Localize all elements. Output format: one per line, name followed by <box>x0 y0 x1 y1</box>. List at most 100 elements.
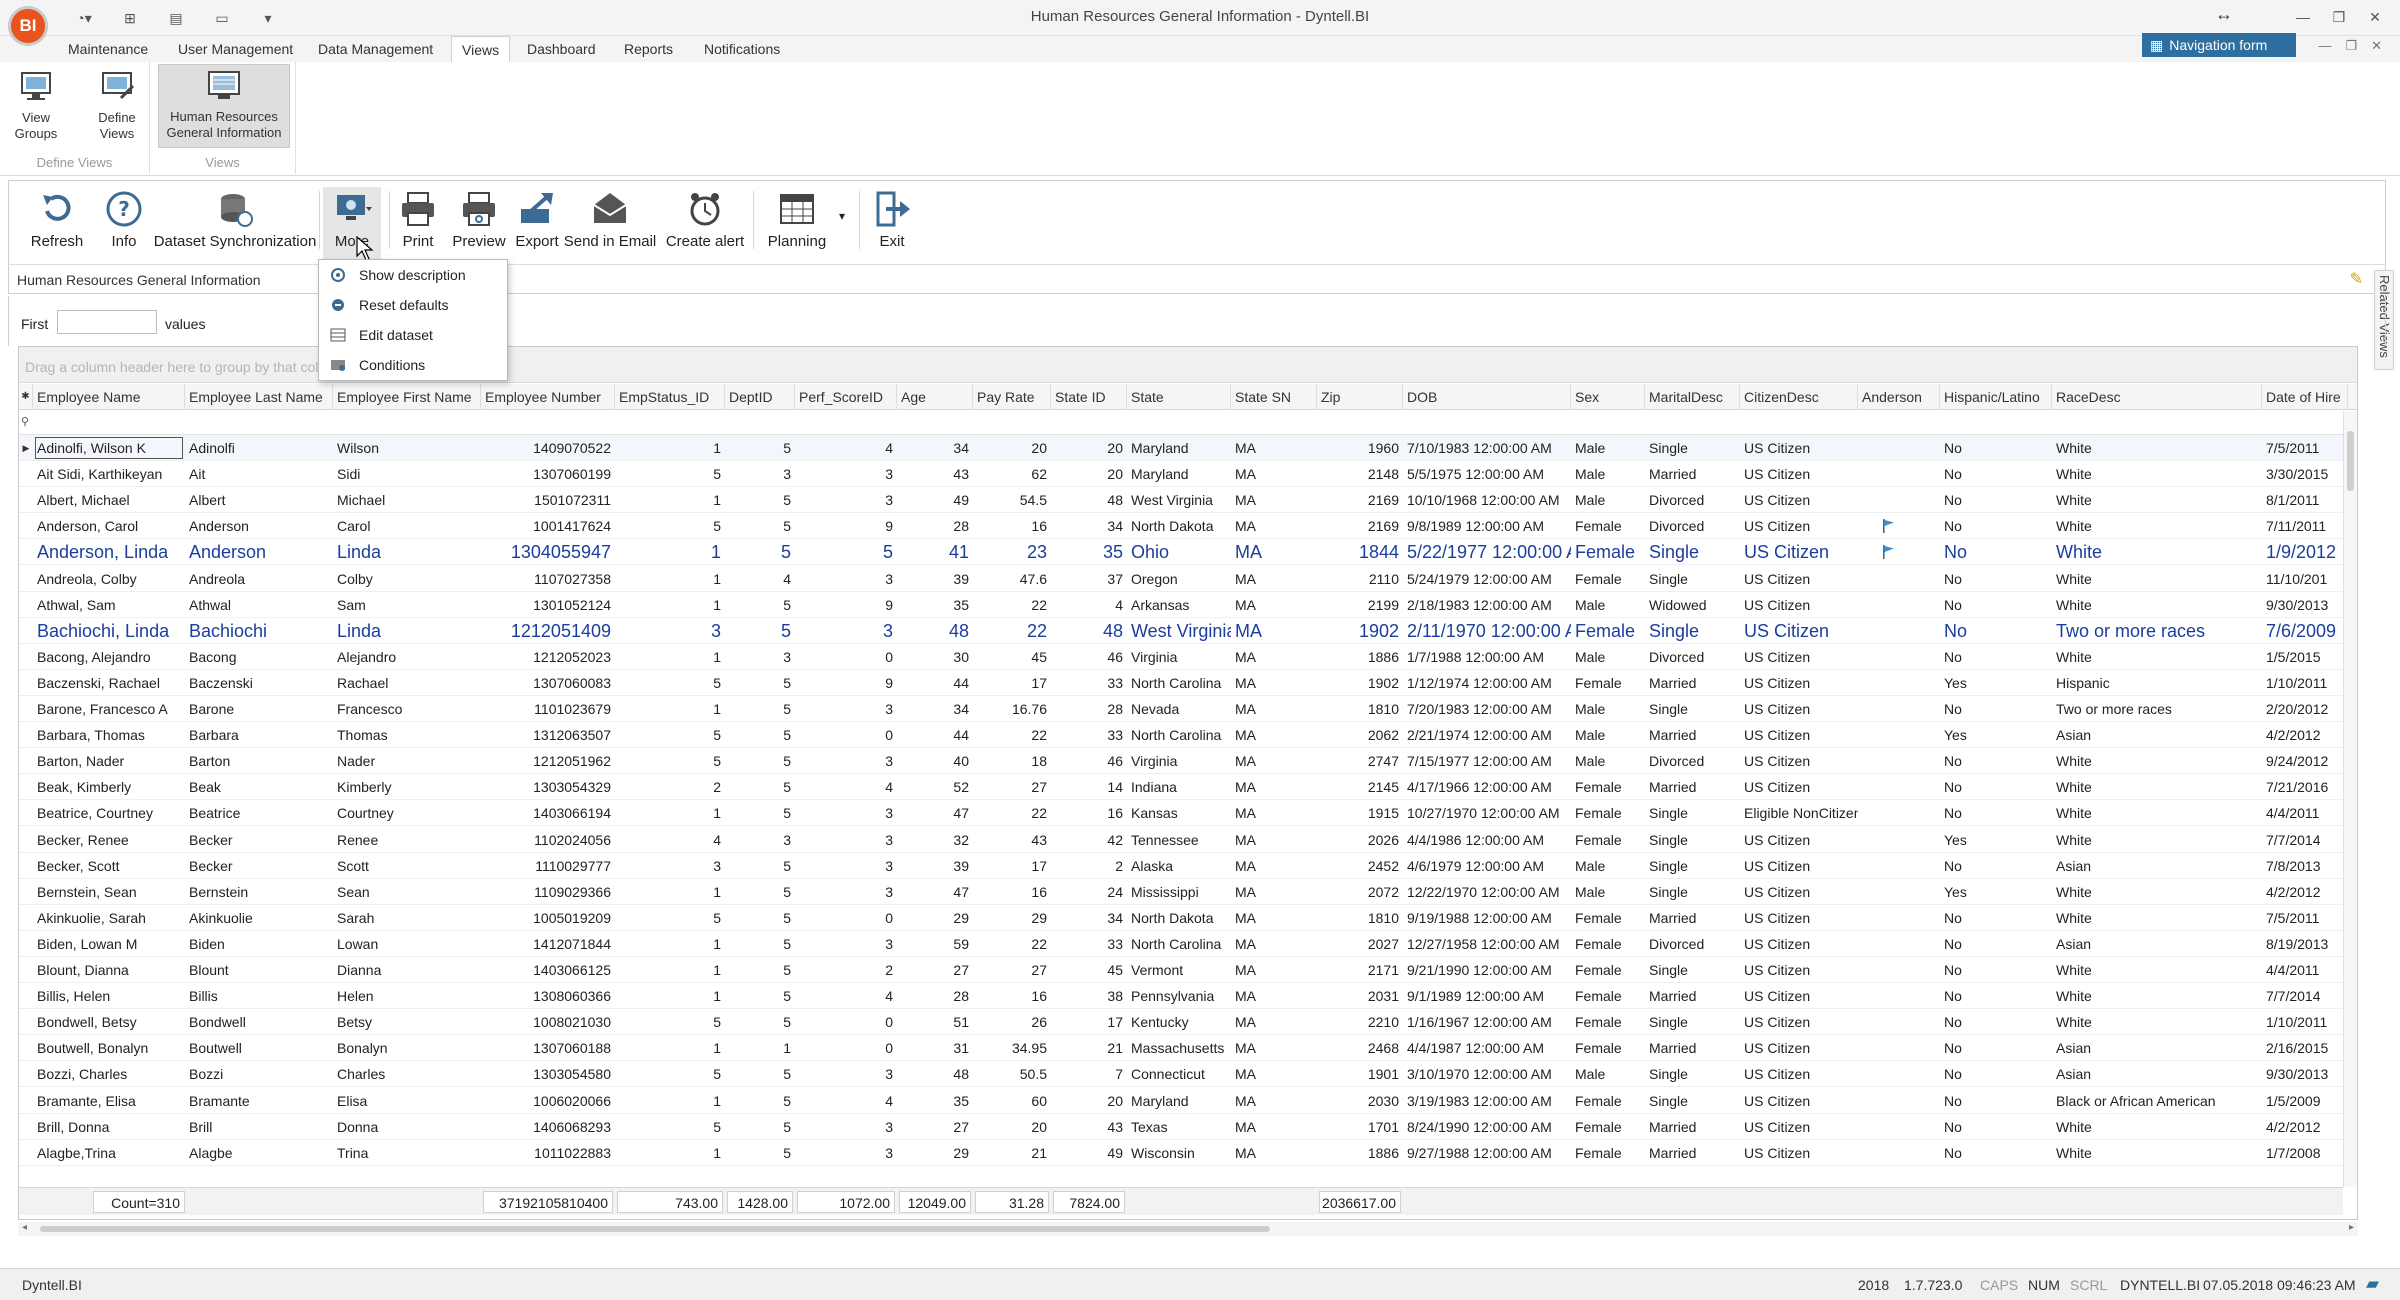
grid-cell[interactable]: Divorced <box>1645 748 1740 774</box>
grid-cell[interactable]: 28 <box>1051 696 1127 722</box>
column-header[interactable]: MaritalDesc <box>1645 384 1740 410</box>
grid-cell[interactable]: White <box>2052 566 2262 592</box>
grid-cell[interactable]: White <box>2052 539 2262 565</box>
column-header[interactable]: DeptID <box>725 384 795 410</box>
grid-cell[interactable]: No <box>1940 1088 2052 1114</box>
grid-cell[interactable]: 1902 <box>1317 618 1403 644</box>
grid-cell[interactable]: US Citizen <box>1740 748 1858 774</box>
grid-cell[interactable]: Bernstein <box>185 879 333 905</box>
grid-cell[interactable]: 2145 <box>1317 774 1403 800</box>
grid-cell[interactable]: 9/30/2013 <box>2262 1061 2343 1087</box>
table-row[interactable]: Beak, Kimberly Beak Kimberly 1303054329 2 5 4 5… <box>19 774 2343 801</box>
table-row[interactable]: Athwal, Sam Athwal Sam 1301052124 1 5 9 35 22 4 Ar… <box>19 592 2343 618</box>
grid-cell[interactable]: 51 <box>897 1009 973 1035</box>
grid-cell[interactable]: Sam <box>333 592 481 618</box>
grid-cell[interactable]: 2072 <box>1317 879 1403 905</box>
grid-cell[interactable]: 1 <box>615 931 725 957</box>
grid-cell[interactable]: Black or African American <box>2052 1088 2262 1114</box>
grid-cell[interactable]: Bozzi <box>185 1061 333 1087</box>
grid-cell[interactable]: Male <box>1571 592 1645 618</box>
grid-cell[interactable]: Colby <box>333 566 481 592</box>
table-row[interactable]: Becker, Scott Becker Scott 1110029777 3 5 3 39 1… <box>19 853 2343 879</box>
grid-cell[interactable]: 22 <box>973 618 1051 644</box>
grid-cell[interactable]: 3 <box>795 748 897 774</box>
grid-cell[interactable]: 43 <box>1051 1114 1127 1140</box>
grid-cell[interactable]: 8/19/2013 <box>2262 931 2343 957</box>
grid-cell[interactable]: US Citizen <box>1740 566 1858 592</box>
grid-cell[interactable]: Scott <box>333 853 481 879</box>
grid-cell[interactable]: 47 <box>897 879 973 905</box>
grid-cell[interactable]: 4/17/1966 12:00:00 AM <box>1403 774 1571 800</box>
grid-cell[interactable]: Yes <box>1940 827 2052 853</box>
grid-cell[interactable]: Single <box>1645 1088 1740 1114</box>
grid-cell[interactable]: White <box>2052 957 2262 983</box>
grid-cell[interactable]: Married <box>1645 905 1740 931</box>
grid-cell[interactable]: 11/10/201 <box>2262 566 2343 592</box>
grid-cell[interactable]: Bacong, Alejandro <box>33 644 185 670</box>
grid-cell[interactable]: Female <box>1571 931 1645 957</box>
grid-cell[interactable]: Barbara <box>185 722 333 748</box>
column-header[interactable]: Date of Hire <box>2262 384 2348 410</box>
grid-cell[interactable]: 17 <box>973 670 1051 696</box>
grid-cell[interactable]: 7/11/2011 <box>2262 513 2343 539</box>
grid-cell[interactable]: 5 <box>725 722 795 748</box>
grid-cell[interactable]: 17 <box>973 853 1051 879</box>
grid-cell[interactable]: Dianna <box>333 957 481 983</box>
grid-cell[interactable]: North Dakota <box>1127 905 1231 931</box>
tab-dashboard[interactable]: Dashboard <box>527 36 596 62</box>
grid-cell[interactable]: West Virginia <box>1127 487 1231 513</box>
grid-cell[interactable]: 27 <box>897 1114 973 1140</box>
grid-cell[interactable]: 1 <box>615 696 725 722</box>
grid-cell[interactable]: Married <box>1645 983 1740 1009</box>
grid-cell[interactable]: 1109029366 <box>481 879 615 905</box>
grid-cell[interactable]: 1 <box>615 983 725 1009</box>
grid-cell[interactable]: 3 <box>795 853 897 879</box>
grid-cell[interactable]: US Citizen <box>1740 670 1858 696</box>
grid-cell[interactable] <box>1858 748 1940 774</box>
grid-cell[interactable]: 5 <box>615 1061 725 1087</box>
grid-cell[interactable]: 5 <box>615 513 725 539</box>
grid-cell[interactable]: 33 <box>1051 670 1127 696</box>
grid-cell[interactable]: Kimberly <box>333 774 481 800</box>
pin-icon[interactable]: ✎ <box>2350 269 2363 289</box>
grid-cell[interactable]: 22 <box>973 800 1051 826</box>
grid-cell[interactable] <box>1858 435 1940 461</box>
grid-cell[interactable]: 1 <box>615 800 725 826</box>
column-header[interactable]: Sex <box>1571 384 1645 410</box>
grid-cell[interactable]: 4/4/1986 12:00:00 AM <box>1403 827 1571 853</box>
grid-cell[interactable]: Male <box>1571 644 1645 670</box>
grid-cell[interactable]: 48 <box>1051 487 1127 513</box>
table-row[interactable]: Ait Sidi, Karthikeyan Ait Sidi 1307060199 5 3… <box>19 461 2343 488</box>
grid-cell[interactable]: Divorced <box>1645 487 1740 513</box>
grid-cell[interactable]: Bondwell, Betsy <box>33 1009 185 1035</box>
grid-cell[interactable]: 2468 <box>1317 1035 1403 1061</box>
grid-cell[interactable]: No <box>1940 435 2052 461</box>
grid-cell[interactable]: Alagbe <box>185 1140 333 1166</box>
grid-cell[interactable]: Indiana <box>1127 774 1231 800</box>
grid-cell[interactable]: 43 <box>973 827 1051 853</box>
grid-cell[interactable]: 1/12/1974 12:00:00 AM <box>1403 670 1571 696</box>
grid-cell[interactable]: 5 <box>725 853 795 879</box>
grid-cell[interactable]: Arkansas <box>1127 592 1231 618</box>
restore-button[interactable]: ❐ <box>2324 6 2354 28</box>
grid-cell[interactable]: Single <box>1645 539 1740 565</box>
column-header[interactable]: State <box>1127 384 1231 410</box>
column-header[interactable]: Perf_ScoreID <box>795 384 897 410</box>
grid-cell[interactable]: US Citizen <box>1740 853 1858 879</box>
grid-cell[interactable]: Virginia <box>1127 748 1231 774</box>
grid-cell[interactable]: Female <box>1571 1140 1645 1166</box>
grid-cell[interactable]: White <box>2052 1009 2262 1035</box>
grid-cell[interactable]: 28 <box>897 983 973 1009</box>
grid-cell[interactable]: North Carolina <box>1127 931 1231 957</box>
grid-cell[interactable]: Bramante <box>185 1088 333 1114</box>
flag-icon[interactable] <box>1858 513 1940 539</box>
grid-cell[interactable]: MA <box>1231 1088 1317 1114</box>
grid-cell[interactable]: Blount, Dianna <box>33 957 185 983</box>
grid-cell[interactable]: 9/30/2013 <box>2262 592 2343 618</box>
grid-cell[interactable]: Maryland <box>1127 435 1231 461</box>
grid-cell[interactable]: Anderson <box>185 513 333 539</box>
grid-cell[interactable]: US Citizen <box>1740 827 1858 853</box>
grid-cell[interactable]: MA <box>1231 931 1317 957</box>
grid-cell[interactable]: Baczenski <box>185 670 333 696</box>
grid-cell[interactable]: 16.76 <box>973 696 1051 722</box>
